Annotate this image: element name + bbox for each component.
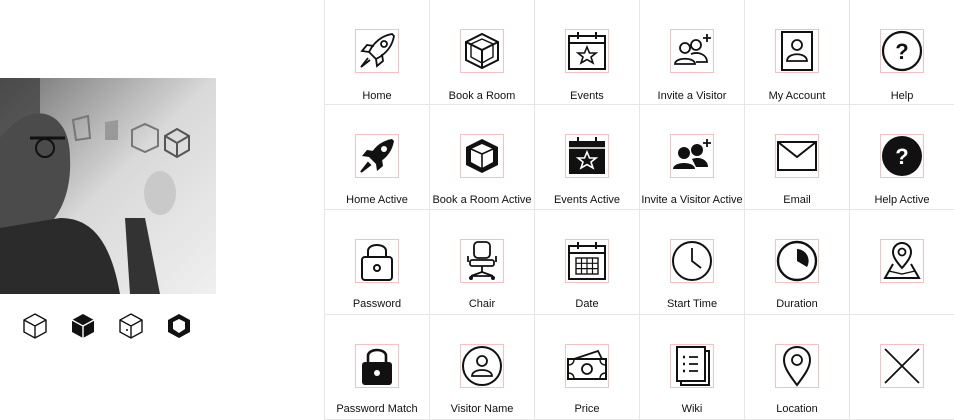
cube-filled-icon — [466, 139, 498, 173]
rocket-icon — [360, 33, 395, 68]
icon-cell-password: Password — [325, 210, 430, 315]
icon-label: Duration — [776, 298, 818, 310]
user-circle-icon — [462, 346, 502, 386]
icon-label: Password — [352, 298, 402, 310]
icon-label: Invite a Visitor Active — [641, 194, 743, 206]
icon-cell-chair: Chair — [430, 210, 535, 315]
rocket-filled-icon — [360, 139, 394, 173]
icon-label: My Account — [768, 90, 826, 102]
icon-label: Date — [575, 298, 599, 310]
icon-label: Book a Room — [448, 90, 516, 102]
add-users-icon — [674, 34, 711, 65]
svg-text:?: ? — [895, 39, 908, 64]
icon-label: Password Match — [336, 403, 418, 415]
icon-label: Wiki — [681, 403, 703, 415]
map-pin-icon — [883, 241, 921, 279]
icon-cell-location: Location — [745, 315, 850, 420]
icon-cell-events: Events — [535, 0, 640, 105]
icon-cell-help: ? Help — [850, 0, 954, 105]
icon-cell-map-pin — [850, 210, 954, 315]
icon-cell-events-active: Events Active — [535, 105, 640, 210]
cube-outline-icon — [23, 313, 47, 339]
padlock-filled-icon — [362, 348, 392, 385]
icon-cell-close — [850, 315, 954, 420]
icon-label: Home — [362, 90, 392, 102]
account-card-icon — [781, 31, 813, 71]
icon-cell-home-active: Home Active — [325, 105, 430, 210]
cube-filled-icon — [71, 314, 95, 338]
add-users-filled-icon — [673, 139, 711, 169]
icon-label: Email — [783, 194, 811, 206]
wiki-book-icon — [676, 346, 710, 386]
duration-pie-icon — [776, 240, 818, 282]
icon-label: Events — [570, 90, 604, 102]
icon-cell-invite-a-visitor: Invite a Visitor — [640, 0, 745, 105]
calendar-star-icon — [568, 32, 606, 70]
icon-cell-email: Email — [745, 105, 850, 210]
icon-cell-password-match: Password Match — [325, 315, 430, 420]
calendar-star-filled-icon — [569, 137, 605, 174]
icon-cell-my-account: My Account — [745, 0, 850, 105]
clock-icon — [672, 241, 712, 281]
icon-cell-start-time: Start Time — [640, 210, 745, 315]
icon-label: Location — [776, 403, 818, 415]
cube-variants — [22, 312, 192, 340]
svg-text:?: ? — [895, 144, 908, 169]
padlock-icon — [361, 244, 393, 281]
icon-cell-price: Price — [535, 315, 640, 420]
icon-label: Visitor Name — [450, 403, 514, 415]
icon-label: Events Active — [553, 194, 621, 206]
icon-cell-home: Home — [325, 0, 430, 105]
help-icon: ? — [881, 30, 923, 72]
icon-cell-wiki: Wiki — [640, 315, 745, 420]
money-icon — [567, 349, 607, 380]
icon-label: Help — [890, 90, 914, 102]
envelope-icon — [777, 141, 817, 171]
icon-cell-book-a-room-active: Book a Room Active — [430, 105, 535, 210]
icon-cell-duration: Duration — [745, 210, 850, 315]
icon-label: Home Active — [346, 194, 408, 206]
office-chair-icon — [467, 241, 497, 280]
icon-cell-visitor-name: Visitor Name — [430, 315, 535, 420]
close-icon — [884, 348, 920, 384]
icon-cell-date: Date — [535, 210, 640, 315]
icon-label: Start Time — [666, 298, 718, 310]
icon-label: Help Active — [874, 194, 930, 206]
icon-cell-book-a-room: Book a Room — [430, 0, 535, 105]
icon-cell-help-active: ? Help Active — [850, 105, 954, 210]
icon-label: Invite a Visitor — [657, 90, 727, 102]
icon-label: Chair — [468, 298, 496, 310]
icon-label: Book a Room Active — [432, 194, 532, 206]
cube-door-icon — [119, 313, 143, 339]
help-filled-icon: ? — [882, 136, 922, 176]
icon-grid: Home Book a Room Events Invite a Visitor… — [324, 0, 954, 420]
cube-icon — [465, 32, 499, 70]
calendar-grid-icon — [568, 242, 606, 280]
icon-cell-invite-a-visitor-active: Invite a Visitor Active — [640, 105, 745, 210]
icon-label: Price — [574, 403, 600, 415]
whiteboard-photo — [0, 78, 216, 294]
location-pin-icon — [782, 345, 812, 387]
cube-bold-icon — [168, 314, 190, 338]
